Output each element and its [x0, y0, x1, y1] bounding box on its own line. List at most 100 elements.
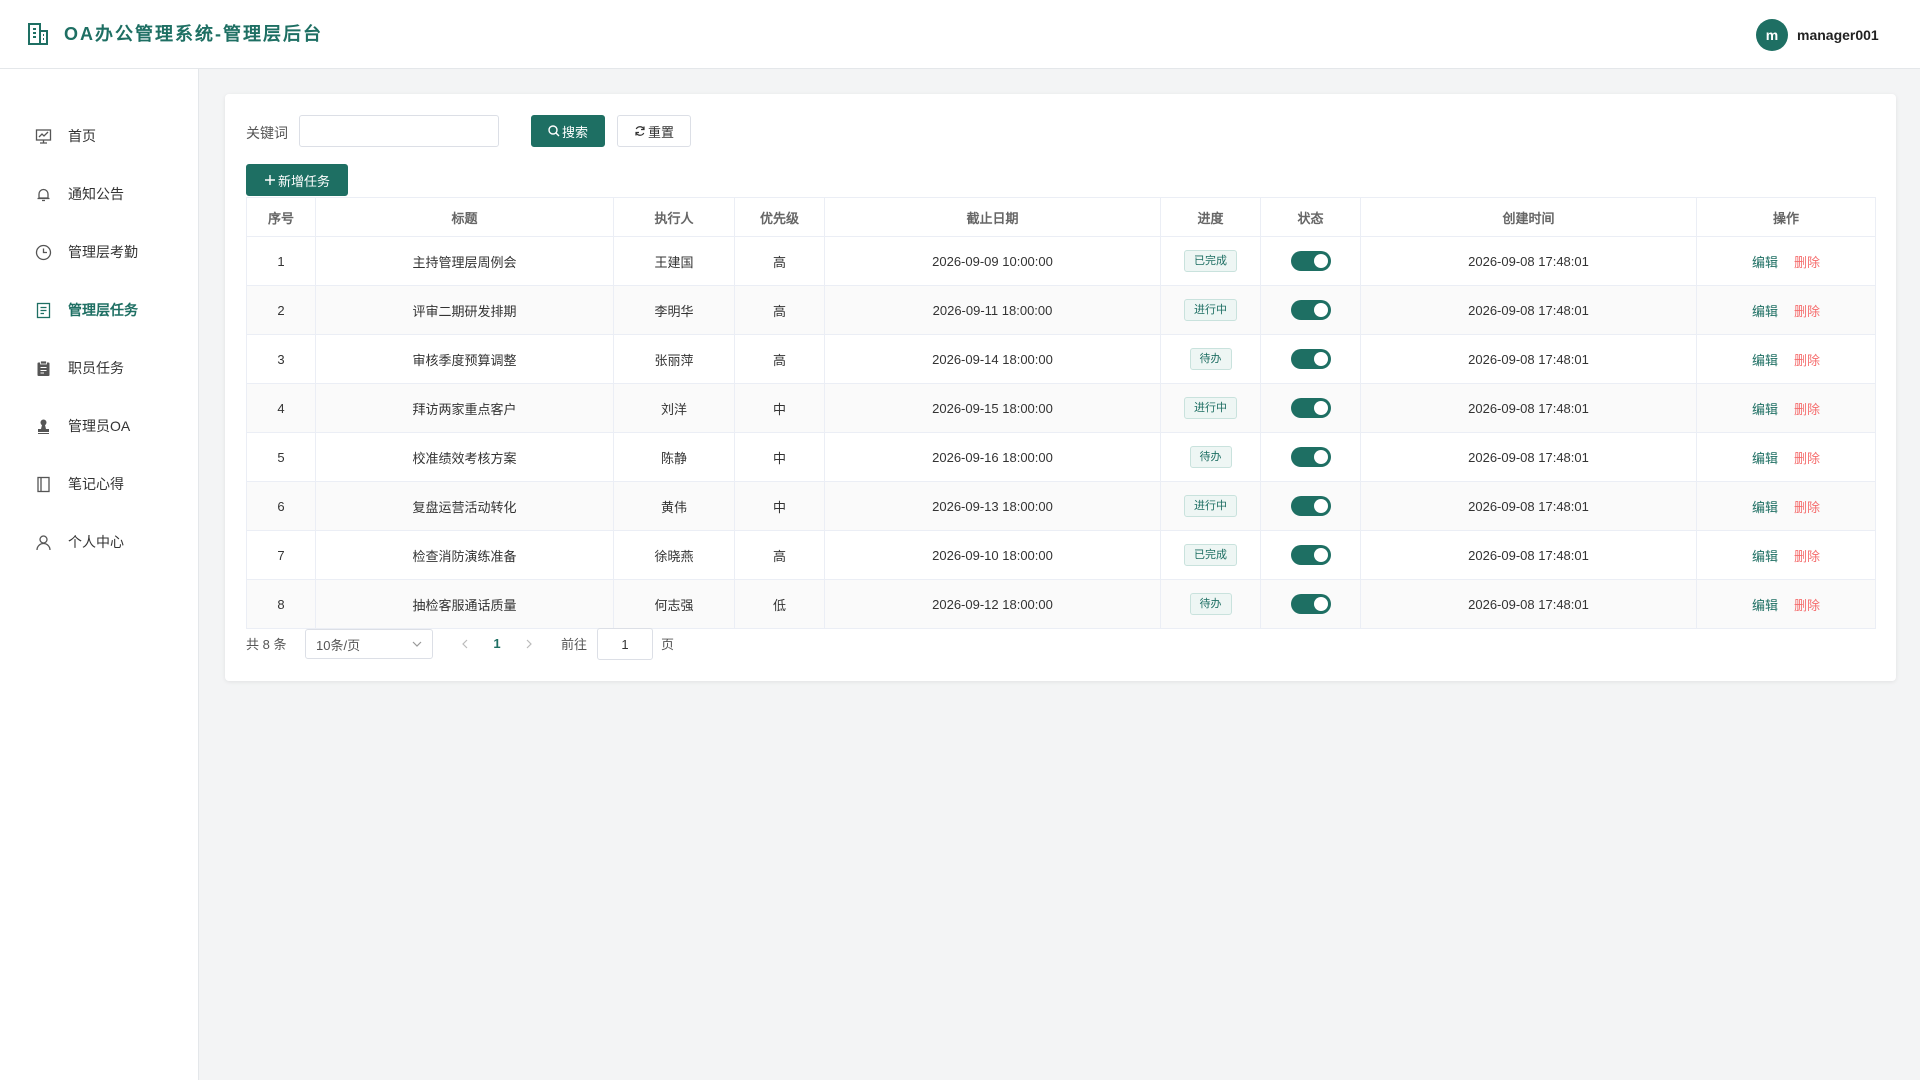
table-row: 4 拜访两家重点客户 刘洋 中 2026-09-15 18:00:00 进行中 … — [246, 383, 1876, 433]
progress-tag: 待办 — [1189, 446, 1232, 468]
cell-status — [1260, 530, 1361, 580]
sidebar-item-manager-tasks[interactable]: 管理层任务 — [0, 290, 199, 330]
delete-link[interactable]: 删除 — [1794, 500, 1820, 515]
cell-title: 评审二期研发排期 — [315, 285, 614, 335]
username[interactable]: manager001 — [1797, 26, 1879, 44]
edit-link[interactable]: 编辑 — [1752, 500, 1778, 515]
add-task-button[interactable]: 新增任务 — [246, 164, 348, 196]
cell-index: 8 — [246, 579, 316, 629]
column-header-title[interactable]: 标题 — [315, 197, 614, 237]
cell-status — [1260, 579, 1361, 629]
column-header-status[interactable]: 状态 — [1260, 197, 1361, 237]
cell-actions: 编辑 删除 — [1696, 334, 1876, 384]
delete-link[interactable]: 删除 — [1794, 402, 1820, 417]
edit-link[interactable]: 编辑 — [1752, 304, 1778, 319]
keyword-input[interactable] — [299, 115, 499, 147]
cell-assignee: 徐晓燕 — [613, 530, 735, 580]
delete-link[interactable]: 删除 — [1794, 304, 1820, 319]
page-size-select[interactable]: 10条/页 — [305, 629, 433, 659]
table-row: 1 主持管理层周例会 王建国 高 2026-09-09 10:00:00 已完成… — [246, 236, 1876, 286]
sidebar-item-label: 管理层任务 — [68, 302, 138, 318]
cell-progress: 已完成 — [1160, 530, 1261, 580]
sidebar-item-label: 笔记心得 — [68, 476, 124, 492]
cell-priority: 高 — [734, 285, 825, 335]
goto-page-input[interactable] — [597, 628, 653, 660]
delete-link[interactable]: 删除 — [1794, 598, 1820, 613]
cell-title: 检查消防演练准备 — [315, 530, 614, 580]
cell-actions: 编辑 删除 — [1696, 285, 1876, 335]
sidebar-item-label: 首页 — [68, 128, 96, 144]
avatar[interactable]: m — [1756, 19, 1788, 51]
delete-link[interactable]: 删除 — [1794, 549, 1820, 564]
chevron-left-icon[interactable] — [457, 635, 473, 653]
status-toggle[interactable] — [1290, 300, 1331, 320]
column-header-deadline[interactable]: 截止日期 — [824, 197, 1161, 237]
cell-deadline: 2026-09-14 18:00:00 — [824, 334, 1161, 384]
delete-link[interactable]: 删除 — [1794, 255, 1820, 270]
cell-status — [1260, 285, 1361, 335]
cell-created: 2026-09-08 17:48:01 — [1360, 383, 1697, 433]
cell-deadline: 2026-09-16 18:00:00 — [824, 432, 1161, 482]
cell-priority: 中 — [734, 481, 825, 531]
column-header-index[interactable]: 序号 — [246, 197, 316, 237]
chevron-right-icon[interactable] — [521, 635, 537, 653]
edit-link[interactable]: 编辑 — [1752, 353, 1778, 368]
column-header-priority[interactable]: 优先级 — [734, 197, 825, 237]
edit-link[interactable]: 编辑 — [1752, 451, 1778, 466]
cell-progress: 待办 — [1160, 579, 1261, 629]
cell-progress: 进行中 — [1160, 285, 1261, 335]
clock-icon — [35, 244, 52, 261]
cell-deadline: 2026-09-13 18:00:00 — [824, 481, 1161, 531]
home-icon — [35, 129, 52, 144]
delete-link[interactable]: 删除 — [1794, 353, 1820, 368]
cell-index: 2 — [246, 285, 316, 335]
table-row: 5 校准绩效考核方案 陈静 中 2026-09-16 18:00:00 待办 2… — [246, 432, 1876, 482]
notebook-icon — [37, 476, 50, 493]
column-header-assignee[interactable]: 执行人 — [613, 197, 735, 237]
sidebar-item-home[interactable]: 首页 — [0, 116, 199, 156]
edit-link[interactable]: 编辑 — [1752, 255, 1778, 270]
reset-button[interactable]: 重置 — [617, 115, 691, 147]
status-toggle[interactable] — [1290, 349, 1331, 369]
edit-link[interactable]: 编辑 — [1752, 598, 1778, 613]
cell-index: 1 — [246, 236, 316, 286]
cell-created: 2026-09-08 17:48:01 — [1360, 285, 1697, 335]
sidebar-item-notes[interactable]: 笔记心得 — [0, 464, 199, 504]
status-toggle[interactable] — [1290, 594, 1331, 614]
cell-title: 主持管理层周例会 — [315, 236, 614, 286]
sidebar-item-label: 职员任务 — [68, 360, 124, 376]
sidebar-item-admin-oa[interactable]: 管理员OA — [0, 406, 199, 446]
status-toggle[interactable] — [1290, 496, 1331, 516]
delete-link[interactable]: 删除 — [1794, 451, 1820, 466]
status-toggle[interactable] — [1290, 447, 1331, 467]
cell-actions: 编辑 删除 — [1696, 530, 1876, 580]
sidebar-item-attendance[interactable]: 管理层考勤 — [0, 232, 199, 272]
sidebar-item-profile[interactable]: 个人中心 — [0, 522, 199, 562]
plus-icon — [264, 175, 275, 185]
table-header-row: 序号 标题 执行人 优先级 截止日期 进度 状态 创建时间 操作 — [246, 197, 1876, 237]
cell-priority: 中 — [734, 383, 825, 433]
status-toggle[interactable] — [1290, 545, 1331, 565]
edit-link[interactable]: 编辑 — [1752, 549, 1778, 564]
cell-assignee: 张丽萍 — [613, 334, 735, 384]
building-icon — [28, 23, 48, 45]
status-toggle[interactable] — [1290, 398, 1331, 418]
sidebar-item-label: 通知公告 — [68, 186, 124, 202]
cell-assignee: 李明华 — [613, 285, 735, 335]
column-header-created[interactable]: 创建时间 — [1360, 197, 1697, 237]
cell-priority: 高 — [734, 530, 825, 580]
progress-tag: 待办 — [1189, 593, 1232, 615]
sidebar-item-notices[interactable]: 通知公告 — [0, 174, 199, 214]
table-row: 3 审核季度预算调整 张丽萍 高 2026-09-14 18:00:00 待办 … — [246, 334, 1876, 384]
column-header-progress[interactable]: 进度 — [1160, 197, 1261, 237]
search-button[interactable]: 搜索 — [531, 115, 605, 147]
cell-created: 2026-09-08 17:48:01 — [1360, 334, 1697, 384]
sidebar-item-staff-tasks[interactable]: 职员任务 — [0, 348, 199, 388]
page-number-current[interactable]: 1 — [489, 635, 505, 653]
edit-link[interactable]: 编辑 — [1752, 402, 1778, 417]
toggle-knob — [1313, 303, 1328, 317]
chevron-down-icon — [412, 641, 422, 647]
cell-assignee: 陈静 — [613, 432, 735, 482]
toggle-knob — [1313, 352, 1328, 366]
status-toggle[interactable] — [1290, 251, 1331, 271]
